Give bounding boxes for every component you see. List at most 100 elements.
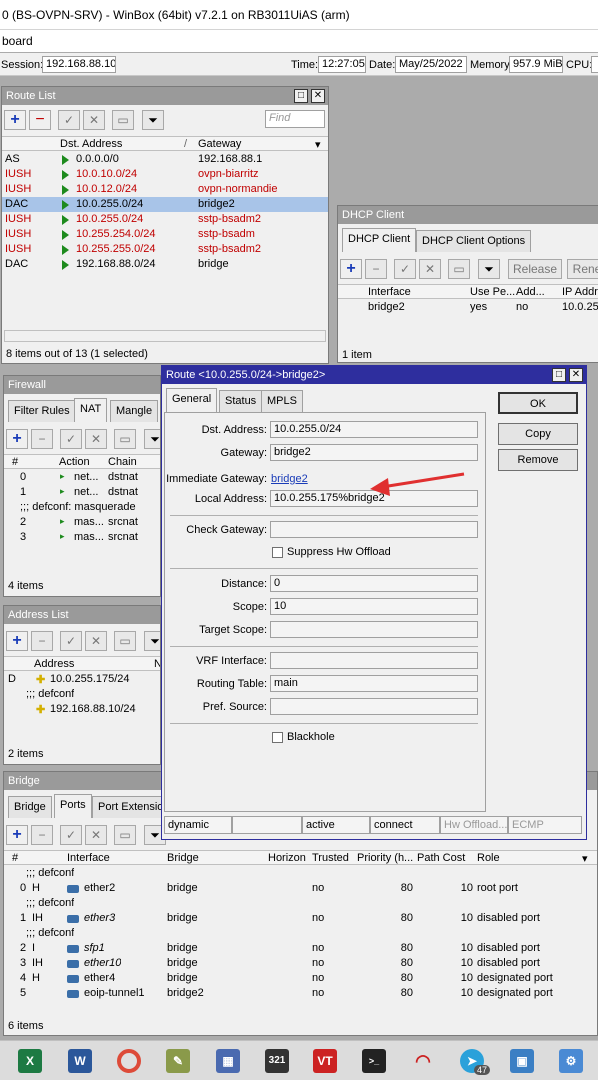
enable-icon[interactable]: ✓: [60, 429, 82, 449]
col-add-default[interactable]: Add...: [516, 286, 545, 298]
copy-button[interactable]: Copy: [498, 423, 578, 445]
col-chain[interactable]: Chain: [108, 456, 137, 468]
terminal-icon[interactable]: >_: [362, 1049, 386, 1073]
col-use-peer[interactable]: Use Pe...: [470, 286, 515, 298]
vrf-interface-field[interactable]: [270, 652, 478, 669]
close-icon[interactable]: ✕: [311, 89, 325, 103]
col-dst-address[interactable]: Dst. Address: [60, 138, 122, 150]
disable-icon[interactable]: ✕: [83, 110, 105, 130]
filter-icon[interactable]: ⏷: [144, 429, 160, 449]
route-row[interactable]: DAC 10.0.255.0/24 bridge2: [2, 197, 328, 212]
comment-icon[interactable]: ▭: [112, 110, 134, 130]
firewall-row[interactable]: 2 ▸ mas... srcnat: [4, 515, 160, 530]
disable-icon[interactable]: ✕: [85, 631, 107, 651]
disable-icon[interactable]: ✕: [85, 429, 107, 449]
col-priority[interactable]: Priority (h...: [357, 852, 413, 864]
bridge-port-row[interactable]: 4 Hether4 bridge no 80 10 designated port: [4, 971, 597, 986]
immediate-gateway-link[interactable]: bridge2: [271, 473, 308, 485]
app-icon[interactable]: ▣: [510, 1049, 534, 1073]
dhcp-row[interactable]: bridge2 yes no 10.0.25: [338, 300, 598, 315]
enable-icon[interactable]: ✓: [58, 110, 80, 130]
network-icon[interactable]: ◠: [411, 1049, 435, 1073]
tab-status[interactable]: Status: [219, 390, 263, 412]
bridge-port-row[interactable]: 2 Isfp1 bridge no 80 10 disabled port: [4, 941, 597, 956]
route-row[interactable]: AS 0.0.0.0/0 192.168.88.1: [2, 152, 328, 167]
distance-field[interactable]: 0: [270, 575, 478, 592]
comment-icon[interactable]: ▭: [448, 259, 470, 279]
address-row[interactable]: D ✚ 10.0.255.175/24: [4, 672, 160, 687]
route-row[interactable]: IUSH 10.0.10.0/24 ovpn-biarritz: [2, 167, 328, 182]
scope-field[interactable]: 10: [270, 598, 478, 615]
col-num[interactable]: #: [12, 456, 18, 468]
enable-icon[interactable]: ✓: [60, 825, 82, 845]
menu-dashboard[interactable]: board: [2, 34, 33, 48]
col-gateway[interactable]: Gateway: [198, 138, 241, 150]
col-network[interactable]: N: [154, 658, 160, 670]
add-icon[interactable]: +: [6, 825, 28, 845]
excel-icon[interactable]: X: [18, 1049, 42, 1073]
comment-icon[interactable]: ▭: [114, 825, 136, 845]
firewall-row[interactable]: 3 ▸ mas... srcnat: [4, 530, 160, 545]
gateway-field[interactable]: bridge2: [270, 444, 478, 461]
calculator-icon[interactable]: ▦: [216, 1049, 240, 1073]
release-button[interactable]: Release: [508, 259, 562, 279]
firewall-row[interactable]: 0 ▸ net... dstnat: [4, 470, 160, 485]
enable-icon[interactable]: ✓: [394, 259, 416, 279]
route-hscrollbar[interactable]: [4, 330, 326, 342]
ok-button[interactable]: OK: [498, 392, 578, 414]
tab-bridge[interactable]: Bridge: [8, 796, 52, 818]
col-horizon[interactable]: Horizon: [268, 852, 306, 864]
remove-button[interactable]: Remove: [498, 449, 578, 471]
add-icon[interactable]: +: [340, 259, 362, 279]
tab-mpls[interactable]: MPLS: [261, 390, 303, 412]
route-row[interactable]: IUSH 10.255.255.0/24 sstp-bsadm2: [2, 242, 328, 257]
enable-icon[interactable]: ✓: [60, 631, 82, 651]
check-gateway-field[interactable]: [270, 521, 478, 538]
col-ip-address[interactable]: IP Addre: [562, 286, 598, 298]
chrome-icon[interactable]: [117, 1049, 141, 1073]
route-row[interactable]: DAC 192.168.88.0/24 bridge: [2, 257, 328, 272]
remove-icon[interactable]: −: [365, 259, 387, 279]
col-path-cost[interactable]: Path Cost: [417, 852, 465, 864]
bridge-port-row[interactable]: 5 eoip-tunnel1 bridge2 no 80 10 designated por…: [4, 986, 597, 1001]
vt-icon[interactable]: VT: [313, 1049, 337, 1073]
route-row[interactable]: IUSH 10.255.254.0/24 sstp-bsadm: [2, 227, 328, 242]
routing-table-field[interactable]: main: [270, 675, 478, 692]
column-dropdown-icon[interactable]: ▾: [582, 852, 588, 865]
add-icon[interactable]: +: [6, 429, 28, 449]
bridge-port-row[interactable]: 3 IH ether10 bridge no 80 10 disabled port: [4, 956, 597, 971]
col-num[interactable]: #: [12, 852, 18, 864]
comment-icon[interactable]: ▭: [114, 429, 136, 449]
filter-icon[interactable]: ⏷: [478, 259, 500, 279]
notepad-icon[interactable]: ✎: [166, 1049, 190, 1073]
find-input[interactable]: Find: [265, 110, 325, 128]
tab-mangle[interactable]: Mangle: [110, 400, 159, 422]
tab-dhcp-client[interactable]: DHCP Client: [342, 228, 417, 252]
disable-icon[interactable]: ✕: [419, 259, 441, 279]
remote-icon[interactable]: ⚙: [559, 1049, 583, 1073]
tab-ports[interactable]: Ports: [54, 794, 92, 818]
word-icon[interactable]: W: [68, 1049, 92, 1073]
col-role[interactable]: Role: [477, 852, 500, 864]
suppress-hw-offload-checkbox[interactable]: [272, 547, 283, 558]
app-321-icon[interactable]: 321: [265, 1049, 289, 1073]
tab-filter-rules[interactable]: Filter Rules: [8, 400, 76, 422]
close-icon[interactable]: ✕: [569, 368, 583, 382]
add-icon[interactable]: +: [4, 110, 26, 130]
blackhole-checkbox[interactable]: [272, 732, 283, 743]
route-row[interactable]: IUSH 10.0.12.0/24 ovpn-normandie: [2, 182, 328, 197]
disable-icon[interactable]: ✕: [85, 825, 107, 845]
route-row[interactable]: IUSH 10.0.255.0/24 sstp-bsadm2: [2, 212, 328, 227]
col-action[interactable]: Action: [59, 456, 90, 468]
col-trusted[interactable]: Trusted: [312, 852, 349, 864]
bridge-port-row[interactable]: 1 IH ether3 bridge no 80 10 disabled port: [4, 911, 597, 926]
add-icon[interactable]: +: [6, 631, 28, 651]
col-address[interactable]: Address: [34, 658, 74, 670]
tab-dhcp-client-options[interactable]: DHCP Client Options: [416, 230, 532, 252]
col-interface[interactable]: Interface: [368, 286, 411, 298]
bridge-port-row[interactable]: 0 Hether2 bridge no 80 10 root port: [4, 881, 597, 896]
col-interface[interactable]: Interface: [67, 852, 110, 864]
tab-nat[interactable]: NAT: [74, 398, 108, 422]
remove-icon[interactable]: −: [31, 429, 53, 449]
remove-icon[interactable]: −: [29, 110, 51, 130]
